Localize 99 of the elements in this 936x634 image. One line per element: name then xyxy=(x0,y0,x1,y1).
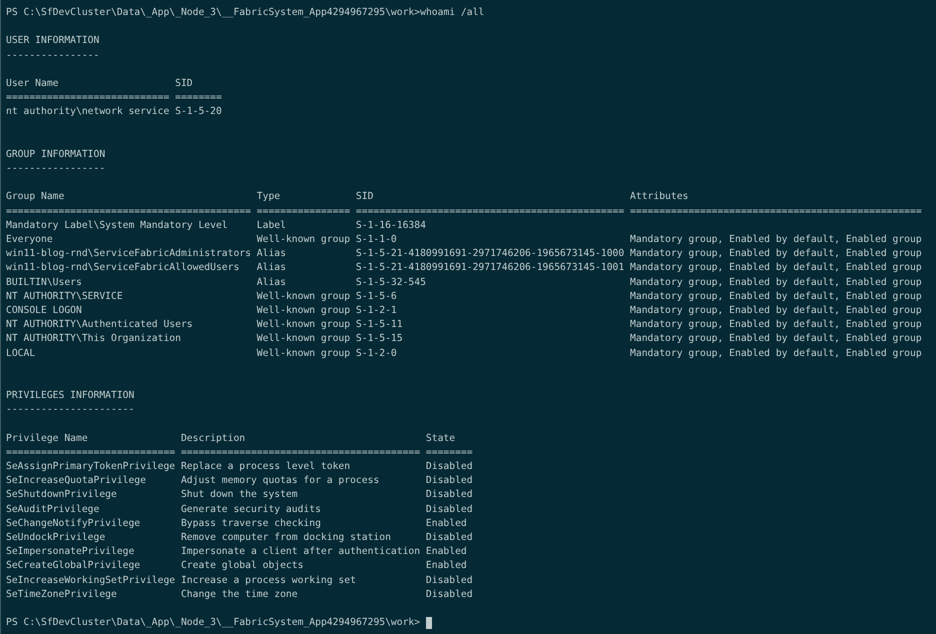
table-cell-text: Mandatory group, Enabled by default, Enabled group xyxy=(630,332,922,346)
header-rule: ============================================== xyxy=(356,204,624,219)
table-cell-text: S-1-2-0 xyxy=(356,346,398,361)
table-cell-text: SeShutdownPrivilege xyxy=(6,488,118,502)
table-cell: Mandatory group, Enabled by default, Enabled group xyxy=(630,346,922,361)
table-cell-text: BUILTIN\Users xyxy=(6,276,83,290)
column-header: User Name xyxy=(6,76,60,91)
table-cell-text: SeTimeZonePrivilege xyxy=(6,588,118,602)
table-cell-text: Increase a process working set xyxy=(180,574,357,588)
table-cell-text: SeCreateGlobalPrivilege xyxy=(6,559,142,574)
table-cell-text: Remove computer from docking station xyxy=(180,530,392,545)
table-cell-text: Create global objects xyxy=(180,559,304,574)
table-cell-text: LOCAL xyxy=(6,346,36,361)
column-header: Type xyxy=(256,190,282,204)
table-cell-text: SeChangeNotifyPrivilege xyxy=(6,516,142,531)
table-cell-text: Well-known group xyxy=(256,304,350,318)
table-cell-text: Mandatory group, Enabled by default, Enabled group xyxy=(630,304,922,318)
table-cell-text: Adjust memory quotas for a process xyxy=(180,474,380,488)
table-cell-text: Everyone xyxy=(6,233,54,248)
table-cell-text: NT AUTHORITY\SERVICE xyxy=(6,290,124,304)
cursor-icon xyxy=(426,617,432,630)
header-rule: ========================================= xyxy=(180,446,420,460)
table-cell-text: nt authority\network service xyxy=(6,105,170,120)
column-header: Privilege Name xyxy=(6,432,89,446)
table-cell: Well-known group xyxy=(256,233,350,248)
prompt-text: PS C:\SfDevCluster\Data\_App\_Node_3\__FabricSystem_App4294967295\work> xyxy=(6,6,420,20)
header-rule: ================ xyxy=(256,204,350,219)
table-cell: Disabled xyxy=(426,474,473,488)
table-cell: Disabled xyxy=(426,502,473,517)
table-cell-text: Alias xyxy=(256,247,287,262)
table-cell: Mandatory group, Enabled by default, Enabled group xyxy=(630,247,922,262)
table-cell-text: Enabled xyxy=(426,516,468,531)
table-cell-text: S-1-2-1 xyxy=(356,304,398,318)
table-cell-text: S-1-5-11 xyxy=(356,318,404,332)
table-cell-text: S-1-5-20 xyxy=(175,105,222,120)
table-cell: win11-blog-rnd\ServiceFabricAdministrators xyxy=(6,247,251,262)
table-cell: Well-known group xyxy=(256,346,350,361)
table-cell-text: CONSOLE LOGON xyxy=(6,304,83,318)
table-cell-text: SeIncreaseQuotaPrivilege xyxy=(6,474,147,488)
table-cell-text: Generate security audits xyxy=(180,502,322,517)
table-cell-text: Mandatory group, Enabled by default, Enabled group xyxy=(630,261,922,276)
column-header: Description xyxy=(180,432,246,446)
table-cell-text: SeAuditPrivilege xyxy=(6,502,100,517)
table-cell-text: Label xyxy=(256,218,287,233)
column-header: SID xyxy=(175,76,194,91)
table-cell: Well-known group xyxy=(256,318,350,332)
section-underline: ---------------------- xyxy=(6,403,134,418)
column-header: SID xyxy=(356,190,374,204)
prompt-text: PS C:\SfDevCluster\Data\_App\_Node_3\__FabricSystem_App4294967295\work> xyxy=(6,616,420,630)
table-cell: SeAssignPrimaryTokenPrivilege xyxy=(6,460,176,474)
table-cell-text: Disabled xyxy=(426,530,473,545)
section-title: USER INFORMATION xyxy=(6,34,100,48)
header-rule: ========================================== xyxy=(6,204,251,219)
table-cell-text: Enabled xyxy=(426,545,468,560)
table-cell: Mandatory group, Enabled by default, Enabled group xyxy=(630,290,922,304)
header-rule: ============================= xyxy=(6,446,176,460)
table-cell-text: S-1-5-6 xyxy=(356,290,398,304)
table-cell-text: SeUndockPrivilege xyxy=(6,530,106,545)
table-cell-text: Mandatory Label\System Mandatory Level xyxy=(6,218,229,233)
table-cell-text: Replace a process level token xyxy=(180,460,352,474)
table-cell: Impersonate a client after authentication xyxy=(180,545,420,560)
table-cell-text: Well-known group xyxy=(256,332,350,346)
section-underline: ----------------- xyxy=(6,162,106,176)
table-cell: Well-known group xyxy=(256,290,350,304)
table-cell-text: S-1-5-21-4180991691-2971746206-1965673145-1001 xyxy=(356,261,624,276)
table-cell: S-1-5-21-4180991691-2971746206-1965673145-1000 xyxy=(356,247,624,262)
section-title: GROUP INFORMATION xyxy=(6,148,106,162)
table-cell: Disabled xyxy=(426,460,473,474)
command-text: whoami /all xyxy=(420,6,484,20)
table-cell-text: NT AUTHORITY\Authenticated Users xyxy=(6,318,194,332)
table-cell: Disabled xyxy=(426,588,473,602)
table-cell: Mandatory group, Enabled by default, Enabled group xyxy=(630,318,922,332)
table-cell-text: S-1-5-15 xyxy=(356,332,404,346)
table-cell: Disabled xyxy=(426,574,473,588)
header-rule: ======== xyxy=(426,446,473,460)
table-cell-text: Enabled xyxy=(426,559,468,574)
table-cell-text: SeImpersonatePrivilege xyxy=(6,545,136,560)
table-cell-text: Change the time zone xyxy=(180,588,299,602)
table-cell: Mandatory group, Enabled by default, Enabled group xyxy=(630,276,922,290)
table-cell-text: S-1-5-32-545 xyxy=(356,276,427,290)
table-cell-text: S-1-16-16384 xyxy=(356,218,427,233)
table-cell-text: Alias xyxy=(256,261,287,276)
table-cell-text: Disabled xyxy=(426,488,473,502)
table-cell: Mandatory group, Enabled by default, Enabled group xyxy=(630,233,922,248)
table-cell-text: Alias xyxy=(256,276,287,290)
table-cell: SeIncreaseWorkingSetPrivilege xyxy=(6,574,176,588)
table-cell-text: Bypass traverse checking xyxy=(180,516,322,531)
column-header: Attributes xyxy=(630,190,690,204)
table-cell-text: Shut down the system xyxy=(180,488,299,502)
section-title: PRIVILEGES INFORMATION xyxy=(6,389,134,404)
column-header: Group Name xyxy=(6,190,66,204)
header-rule: ======== xyxy=(175,91,222,106)
header-rule: ============================ xyxy=(6,91,170,106)
table-cell-text: win11-blog-rnd\ServiceFabricAllowedUsers xyxy=(6,261,240,276)
header-rule: ================================================== xyxy=(630,204,922,219)
section-underline: ---------------- xyxy=(6,48,100,63)
table-cell-text: S-1-1-0 xyxy=(356,233,398,248)
table-cell-text: NT AUTHORITY\This Organization xyxy=(6,332,182,346)
column-header: State xyxy=(426,432,456,446)
